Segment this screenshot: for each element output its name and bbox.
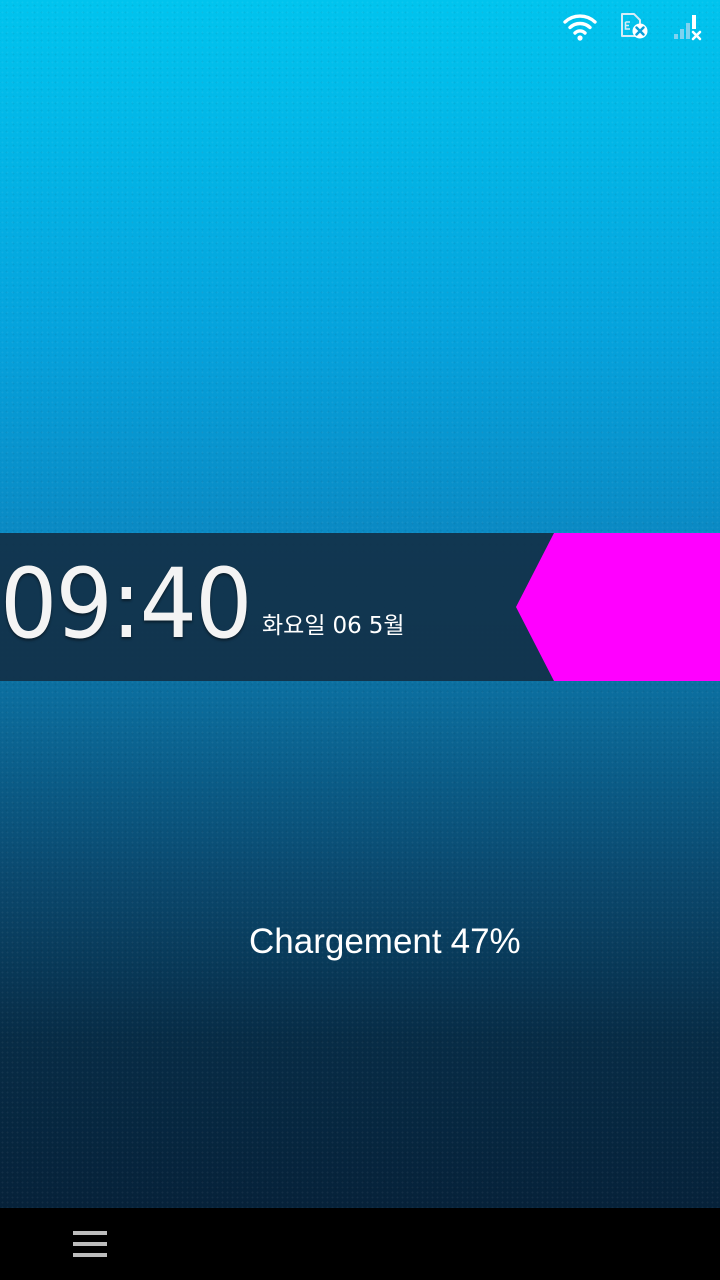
clock-date-day: 06 [332, 613, 362, 639]
menu-button[interactable] [60, 1216, 120, 1272]
clock-date-month: 5월 [368, 613, 405, 639]
wifi-icon [563, 14, 597, 41]
charging-percent: 47% [450, 922, 521, 961]
clock-band: 09:40 화요일 06 5월 [0, 533, 720, 681]
charging-status: Chargement 47% [249, 920, 521, 964]
status-icons [562, 10, 706, 42]
unlock-slider-tab[interactable] [516, 533, 720, 681]
sim-card-error-icon [621, 13, 648, 39]
charging-label: Chargement [249, 922, 442, 961]
clock-day: 화요일 [262, 613, 326, 639]
menu-icon [73, 1231, 107, 1257]
clock-time: 09:40 [0, 548, 253, 660]
status-bar [0, 0, 720, 48]
clock-date: 화요일 06 5월 [262, 611, 405, 641]
navigation-bar [0, 1208, 720, 1280]
cellular-signal-no-service-icon [674, 15, 702, 41]
lock-screen: 09:40 화요일 06 5월 Chargement 47% [0, 0, 720, 1208]
